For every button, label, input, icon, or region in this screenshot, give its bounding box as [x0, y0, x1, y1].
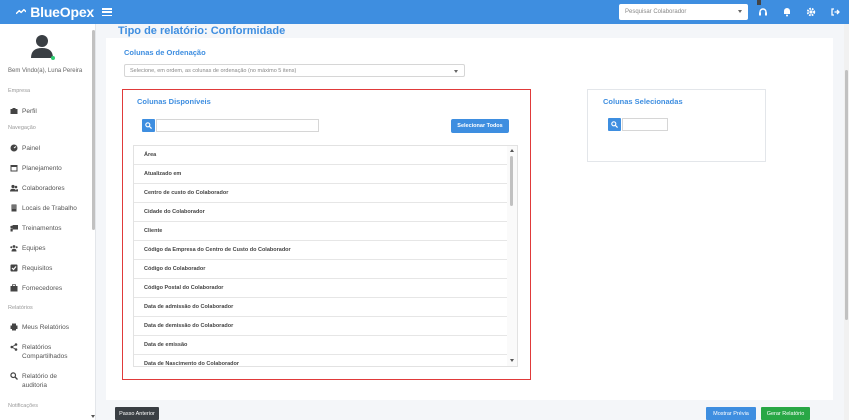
sidebar-item-label: Colaboradores: [22, 185, 65, 192]
list-item[interactable]: Cidade do Colaborador: [134, 203, 508, 222]
brand-logo[interactable]: BlueOpex: [16, 4, 94, 20]
list-scrollbar[interactable]: [507, 146, 517, 366]
search-icon: [10, 371, 18, 380]
chalkboard-icon: [10, 224, 18, 231]
team-icon: [10, 244, 18, 251]
scroll-up-arrow-icon[interactable]: [510, 149, 514, 152]
list-item[interactable]: Código da Empresa do Centro de Custo do …: [134, 241, 508, 260]
share-icon: [10, 342, 18, 351]
list-item[interactable]: Data de Nascimento do Colaborador: [134, 355, 508, 366]
list-item[interactable]: Data de admissão do Colaborador: [134, 298, 508, 317]
scroll-down-arrow-icon[interactable]: [510, 359, 514, 362]
list-scrollbar-thumb[interactable]: [510, 156, 513, 206]
online-status-dot: [51, 56, 55, 60]
previous-step-button[interactable]: Passo Anterior: [115, 407, 159, 420]
collaborator-search-placeholder: Pesquisar Colaborador: [625, 9, 687, 15]
search-icon: [145, 122, 152, 129]
print-icon: [10, 323, 18, 330]
sidebar-item-colaboradores[interactable]: Colaboradores: [10, 184, 65, 193]
chevron-down-icon: [454, 69, 458, 73]
headset-icon[interactable]: [757, 6, 769, 18]
menu-icon[interactable]: [102, 8, 112, 16]
logo-icon: [16, 8, 27, 15]
sidebar-item-label: Perfil: [22, 108, 37, 115]
sidebar-item-label: Relatório de auditoria: [22, 373, 58, 389]
sidebar-item-relatorio-auditoria[interactable]: Relatório de auditoria: [10, 371, 80, 390]
topbar-actions: [757, 0, 841, 24]
user-avatar-icon: [31, 35, 53, 58]
sidebar-item-locais[interactable]: Locais de Trabalho: [10, 204, 77, 213]
list-item[interactable]: Código Postal do Colaborador: [134, 279, 508, 298]
list-item[interactable]: Atualizado em: [134, 165, 508, 184]
list-item[interactable]: Data de emissão: [134, 336, 508, 355]
sidebar-item-meus-relatorios[interactable]: Meus Relatórios: [10, 323, 69, 332]
sidebar-item-label: Treinamentos: [22, 225, 62, 232]
sidebar-item-label: Fornecedores: [22, 285, 63, 292]
brand-name: BlueOpex: [30, 4, 94, 20]
list-item[interactable]: Cliente: [134, 222, 508, 241]
selected-search-input[interactable]: [622, 118, 668, 131]
sidebar-item-label: Planejamento: [22, 165, 62, 172]
select-all-button[interactable]: Selecionar Todos: [451, 119, 509, 133]
available-columns-list[interactable]: Área Atualizado em Centro de custo do Co…: [133, 145, 518, 367]
sort-columns-select[interactable]: Selecione, em ordem, as colunas de orden…: [124, 64, 465, 77]
section-empresa: Empresa: [8, 88, 31, 94]
list-item[interactable]: Centro de custo do Colaborador: [134, 184, 508, 203]
available-columns-title: Colunas Disponíveis: [137, 97, 211, 106]
sidebar-item-planejamento[interactable]: Planejamento: [10, 164, 62, 173]
generate-report-button[interactable]: Gerar Relatório: [761, 407, 810, 420]
search-icon: [611, 121, 618, 128]
sidebar-item-fornecedores[interactable]: Fornecedores: [10, 283, 63, 293]
sidebar-item-equipes[interactable]: Equipes: [10, 244, 46, 253]
scroll-down-arrow-icon[interactable]: [91, 415, 95, 418]
sidebar-scrollbar[interactable]: [92, 30, 95, 230]
section-relatorios: Relatórios: [8, 305, 33, 311]
bell-icon[interactable]: [781, 6, 793, 18]
show-preview-button[interactable]: Mostrar Prévia: [706, 407, 756, 420]
section-notificacoes: Notificações: [8, 403, 38, 409]
page-scrollbar-thumb[interactable]: [845, 70, 848, 320]
sidebar-item-relatorios-compartilhados[interactable]: Relatórios Compartilhados: [10, 342, 80, 361]
dashboard-icon: [10, 144, 18, 151]
sidebar-item-label: Requisitos: [22, 265, 53, 272]
list-item[interactable]: Data de demissão do Colaborador: [134, 317, 508, 336]
sidebar-item-painel[interactable]: Painel: [10, 144, 40, 153]
sidebar-item-label: Locais de Trabalho: [22, 205, 77, 212]
collaborator-search-select[interactable]: Pesquisar Colaborador: [619, 4, 748, 20]
page-title: Tipo de relatório: Conformidade: [118, 25, 286, 37]
sidebar-item-label: Meus Relatórios: [22, 324, 69, 331]
available-search-input[interactable]: [156, 119, 319, 132]
sidebar-item-requisitos[interactable]: Requisitos: [10, 264, 52, 273]
sidebar-item-label: Painel: [22, 145, 41, 152]
users-icon: [10, 184, 18, 191]
sidebar: Bem Vindo(a), Luna Pereira Empresa Perfi…: [0, 24, 96, 420]
checkbox-icon: [10, 264, 18, 271]
section-navegacao: Navegação: [8, 125, 36, 131]
chevron-down-icon: [738, 10, 742, 13]
list-item[interactable]: Área: [134, 146, 508, 165]
sort-columns-label: Colunas de Ordenação: [124, 48, 206, 57]
sidebar-item-label: Relatórios Compartilhados: [22, 344, 68, 360]
selected-search-button[interactable]: [608, 118, 621, 131]
gear-icon[interactable]: [805, 6, 817, 18]
building-icon: [11, 204, 17, 211]
sidebar-item-label: Equipes: [22, 245, 46, 252]
logout-icon[interactable]: [829, 6, 841, 18]
sidebar-item-perfil[interactable]: Perfil: [10, 107, 37, 116]
calendar-icon: [10, 164, 18, 171]
list-item[interactable]: Código do Colaborador: [134, 260, 508, 279]
welcome-text: Bem Vindo(a), Luna Pereira: [8, 68, 83, 74]
sort-columns-placeholder: Selecione, em ordem, as colunas de orden…: [130, 67, 297, 74]
sidebar-item-treinamentos[interactable]: Treinamentos: [10, 224, 62, 233]
available-search-button[interactable]: [142, 119, 155, 132]
id-card-icon: [10, 107, 18, 114]
briefcase-icon: [10, 283, 18, 291]
selected-columns-title: Colunas Selecionadas: [603, 97, 683, 106]
